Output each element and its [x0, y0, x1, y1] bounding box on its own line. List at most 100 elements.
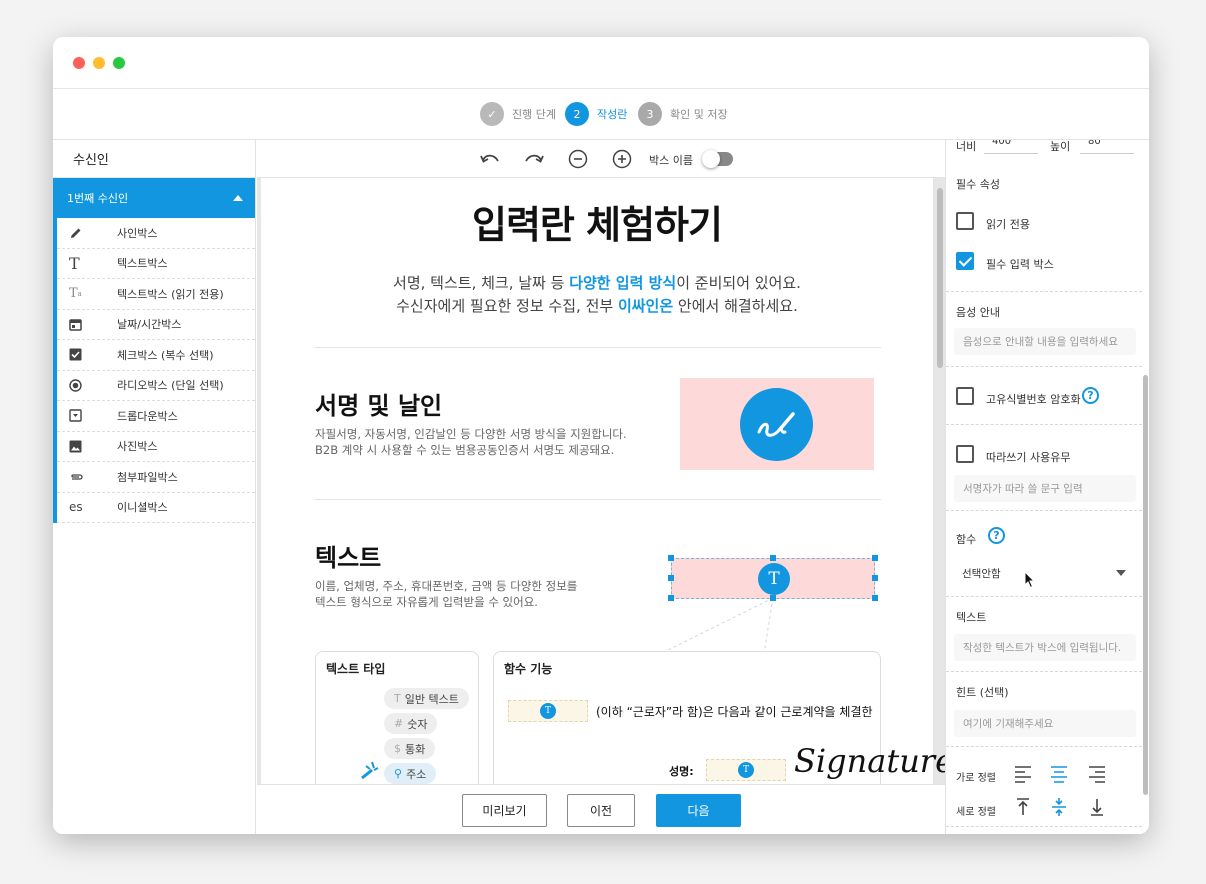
resize-handle[interactable] — [668, 595, 674, 601]
encrypt-label: 고유식별번호 암호화 — [986, 393, 1081, 406]
trace-checkbox[interactable] — [956, 445, 974, 463]
tool-item-radio[interactable]: 라디오박스 (단일 선택) — [57, 371, 255, 401]
text-readonly-icon: Ta — [69, 286, 82, 302]
width-label: 너비 — [956, 140, 977, 153]
chip-label: 주소 — [406, 767, 427, 781]
tool-item-text-readonly[interactable]: Ta 텍스트박스 (읽기 전용) — [57, 279, 255, 310]
dollar-icon: $ — [394, 742, 401, 755]
tool-item-dropdown[interactable]: 드롭다운박스 — [57, 401, 255, 432]
tool-item-attachment[interactable]: 첨부파일박스 — [57, 462, 255, 493]
hint-input[interactable]: 여기에 기재해주세요 — [954, 710, 1136, 737]
undo-icon[interactable] — [479, 148, 501, 170]
mouse-cursor-icon — [1024, 571, 1036, 589]
tool-item-image[interactable]: 사진박스 — [57, 432, 255, 462]
function-section: 함수 ? 선택안함 — [946, 511, 1142, 597]
resize-handle[interactable] — [872, 575, 878, 581]
trace-input[interactable]: 서명자가 따라 쓸 문구 입력 — [954, 475, 1136, 502]
trace-label: 따라쓰기 사용유무 — [986, 451, 1071, 464]
voice-input[interactable]: 음성으로 안내할 내용을 입력하세요 — [954, 328, 1136, 355]
chevron-down-icon — [1116, 570, 1126, 576]
tool-label: 체크박스 (복수 선택) — [117, 348, 214, 362]
readonly-checkbox[interactable] — [956, 212, 974, 230]
readonly-label: 읽기 전용 — [986, 218, 1030, 231]
tool-label: 텍스트박스 — [117, 257, 168, 271]
section-label: 힌트 (선택) — [956, 686, 1009, 699]
close-window-button[interactable] — [73, 57, 85, 69]
text-section: 텍스트 작성한 텍스트가 박스에 입력됩니다. — [946, 597, 1142, 672]
sidebar-title: 수신인 — [53, 140, 255, 178]
tool-item-initials[interactable]: es 이니셜박스 — [57, 493, 255, 523]
card-title: 텍스트 타입 — [326, 662, 386, 676]
chip-address[interactable]: ⚲ 주소 — [384, 763, 437, 784]
height-input[interactable]: 80 — [1080, 140, 1134, 154]
resize-handle[interactable] — [668, 575, 674, 581]
help-icon[interactable]: ? — [1082, 387, 1099, 404]
width-input[interactable]: 400 — [984, 140, 1038, 154]
card-title: 함수 기능 — [504, 662, 553, 676]
footer-bar: 미리보기 이전 다음 — [257, 784, 945, 834]
app-window: ✓ 진행 단계 2 작성란 3 확인 및 저장 수신인 1번째 수신인 사인박스 — [53, 37, 1149, 834]
align-right-icon[interactable] — [1087, 764, 1107, 784]
zoom-in-icon[interactable] — [611, 148, 633, 170]
prev-button[interactable]: 이전 — [567, 794, 635, 827]
box-name-toggle[interactable] — [702, 150, 733, 168]
redo-icon[interactable] — [523, 148, 545, 170]
preview-button[interactable]: 미리보기 — [462, 794, 547, 827]
section-label: 함수 — [956, 533, 977, 546]
canvas-scrollbar[interactable] — [937, 188, 943, 368]
align-left-icon[interactable] — [1013, 764, 1033, 784]
tool-item-text[interactable]: T 텍스트박스 — [57, 249, 255, 279]
voice-section: 음성 안내 음성으로 안내할 내용을 입력하세요 — [946, 292, 1142, 367]
tool-item-date[interactable]: 날짜/시간박스 — [57, 310, 255, 340]
text-input[interactable]: 작성한 텍스트가 박스에 입력됩니다. — [954, 634, 1136, 661]
required-checkbox[interactable] — [956, 252, 974, 270]
text-icon: T — [540, 703, 556, 719]
section-label: 텍스트 — [956, 611, 987, 624]
chip-label: 숫자 — [407, 717, 428, 731]
required-section: 필수 속성 읽기 전용 필수 입력 박스 — [946, 160, 1142, 292]
contract-sentence: (이하 “근로자”라 함)은 다음과 같이 근로계약을 체결한 — [596, 705, 873, 719]
step-label: 확인 및 저장 — [670, 108, 728, 121]
recipient-selector[interactable]: 1번째 수신인 — [53, 178, 255, 218]
step-label: 작성란 — [597, 108, 628, 121]
tool-item-sign[interactable]: 사인박스 — [57, 218, 255, 249]
chip-label: 일반 텍스트 — [404, 692, 459, 706]
hash-icon: # — [394, 717, 404, 730]
resize-handle[interactable] — [872, 555, 878, 561]
encrypt-checkbox[interactable] — [956, 387, 974, 405]
resize-handle[interactable] — [872, 595, 878, 601]
panel-scrollbar[interactable] — [1143, 375, 1148, 795]
zoom-out-icon[interactable] — [567, 148, 589, 170]
align-center-icon[interactable] — [1049, 764, 1069, 784]
align-section: 가로 정렬 세로 정렬 — [946, 747, 1142, 827]
function-select[interactable]: 선택안함 — [954, 559, 1136, 587]
tool-item-checkbox[interactable]: 체크박스 (복수 선택) — [57, 340, 255, 371]
chip-plain-text[interactable]: T 일반 텍스트 — [384, 688, 469, 709]
align-bottom-icon[interactable] — [1087, 797, 1107, 817]
chip-number[interactable]: # 숫자 — [384, 713, 438, 734]
required-label: 필수 입력 박스 — [986, 258, 1054, 271]
height-label: 높이 — [1050, 140, 1071, 153]
resize-handle[interactable] — [770, 595, 776, 601]
align-middle-icon[interactable] — [1049, 797, 1069, 817]
tool-label: 사진박스 — [117, 440, 158, 454]
help-icon[interactable]: ? — [988, 527, 1005, 544]
tool-label: 이니셜박스 — [117, 501, 168, 515]
section-label: 음성 안내 — [956, 306, 1000, 319]
selected-text-box[interactable]: T — [668, 555, 878, 601]
mini-text-box[interactable]: T — [508, 700, 588, 722]
next-button[interactable]: 다음 — [656, 794, 741, 827]
minimize-window-button[interactable] — [93, 57, 105, 69]
maximize-window-button[interactable] — [113, 57, 125, 69]
check-icon: ✓ — [480, 102, 504, 126]
align-top-icon[interactable] — [1013, 797, 1033, 817]
mini-text-box[interactable]: T — [706, 759, 786, 781]
radio-icon — [57, 379, 117, 392]
initials-icon: es — [69, 500, 83, 515]
resize-handle[interactable] — [770, 555, 776, 561]
v-align-label: 세로 정렬 — [956, 807, 996, 818]
chip-currency[interactable]: $ 통화 — [384, 738, 436, 759]
resize-handle[interactable] — [668, 555, 674, 561]
step-number: 3 — [638, 102, 662, 126]
recipient-label: 1번째 수신인 — [67, 192, 129, 205]
